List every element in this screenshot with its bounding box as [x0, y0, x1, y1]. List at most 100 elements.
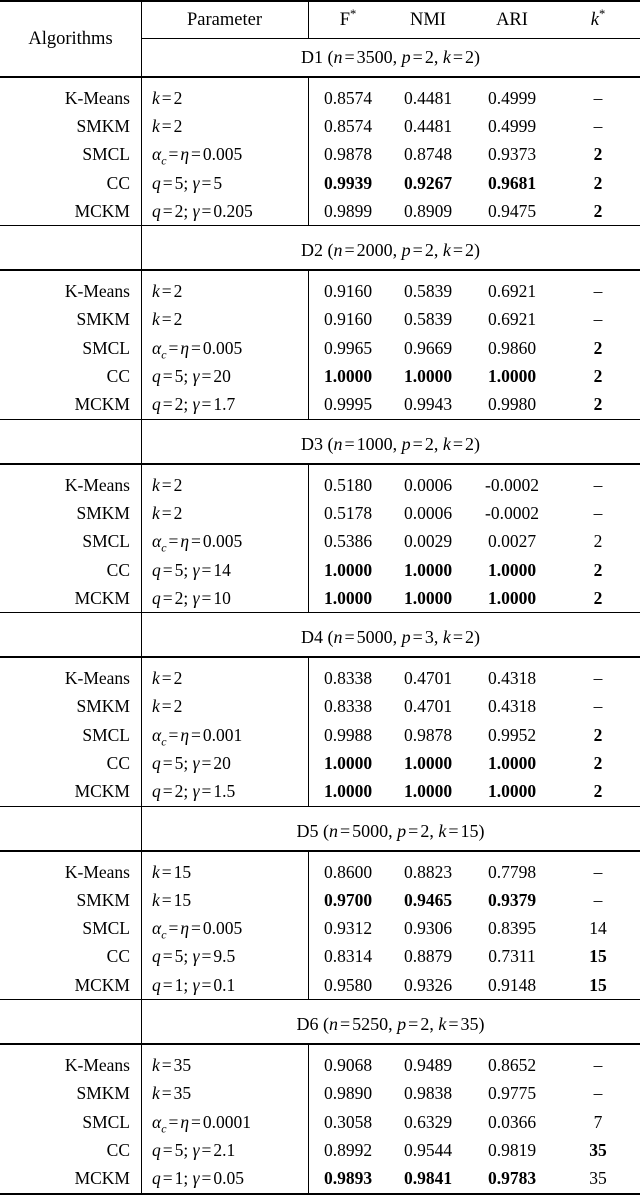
table-row: K-Means k = 2 0.5180 0.0006 -0.0002 – [0, 469, 640, 501]
cell-nmi: 1.0000 [403, 366, 453, 387]
cell-nmi: 0.9267 [403, 172, 453, 193]
cell-algorithm: K-Means [64, 668, 130, 689]
cell-algorithm: SMKM [76, 309, 131, 330]
cell-f-star: 0.9312 [308, 913, 388, 945]
section-spacer [0, 426, 141, 464]
cell-f-star: 0.9160 [308, 304, 388, 336]
cell-f-star: 0.9068 [308, 1050, 388, 1082]
cell-nmi: 1.0000 [403, 587, 453, 608]
cell-parameter: k = 2 [141, 469, 308, 501]
cell-algorithm: K-Means [64, 87, 130, 108]
table-row: SMCL αc = η = 0.005 0.9878 0.8748 0.9373 2 [0, 139, 640, 171]
section-rule [0, 462, 640, 473]
section-title-D4: D4 (n = 5000, p = 3, k = 2) [141, 618, 640, 658]
table-row: CC q = 5; γ = 2.1 0.8992 0.9544 0.9819 35 [0, 1135, 640, 1166]
cell-k-star: 2 [593, 200, 603, 221]
cell-k-star: – [593, 889, 603, 910]
section-spacer [0, 619, 141, 657]
cell-f-star: 0.9988 [308, 720, 388, 751]
cell-k-star: – [593, 87, 603, 108]
cell-ari: 0.9681 [487, 172, 537, 193]
table-row: K-Means k = 2 0.8338 0.4701 0.4318 – [0, 663, 640, 695]
cell-k-star: 2 [593, 559, 603, 580]
column-header-k-star: k* [556, 0, 640, 39]
table-row: CC q = 5; γ = 14 1.0000 1.0000 1.0000 2 [0, 554, 640, 586]
cell-nmi: 0.5839 [403, 309, 453, 330]
cell-ari: 0.0366 [487, 1111, 537, 1132]
cell-k-star: – [593, 309, 603, 330]
section-rule [0, 656, 640, 667]
cell-ari: 0.9775 [487, 1083, 537, 1104]
section-spacer [0, 232, 141, 270]
cell-f-star: 1.0000 [308, 748, 388, 779]
cell-k-star: 15 [589, 974, 607, 995]
cell-k-star: 2 [593, 366, 603, 387]
table-row: SMCL αc = η = 0.005 0.5386 0.0029 0.0027 2 [0, 526, 640, 558]
cell-algorithm: SMKM [76, 502, 131, 523]
results-table-container: Algorithms Parameter F* NMI ARI k* D1 (n = 3500,… [0, 0, 640, 1201]
cell-parameter: αc = η = 0.005 [141, 139, 308, 171]
cell-nmi: 0.9878 [403, 724, 453, 745]
cell-ari: 0.6921 [487, 309, 537, 330]
cell-nmi: 0.4481 [403, 87, 453, 108]
section-title-row: D6 (n = 5250, p = 2, k = 35) [0, 1005, 640, 1045]
cell-parameter: αc = η = 0.0001 [141, 1107, 308, 1138]
table-row: SMKM k = 2 0.5178 0.0006 -0.0002 – [0, 498, 640, 529]
cell-parameter: αc = η = 0.005 [141, 526, 308, 558]
cell-k-star: 35 [589, 1139, 607, 1160]
table-bottom-rule [0, 1192, 640, 1201]
cell-f-star: 0.8992 [308, 1135, 388, 1166]
cell-k-star: 7 [593, 1111, 603, 1132]
section-title-D6: D6 (n = 5250, p = 2, k = 35) [141, 1005, 640, 1045]
cell-k-star: – [593, 1083, 603, 1104]
cell-k-star: 2 [593, 781, 603, 802]
cell-f-star: 0.9995 [308, 389, 388, 420]
cell-parameter: q = 2; γ = 1.7 [141, 389, 308, 420]
cell-f-star: 0.8574 [308, 111, 388, 142]
table-row: K-Means k = 15 0.8600 0.8823 0.7798 – [0, 856, 640, 888]
cell-algorithm: MCKM [74, 200, 130, 221]
section-title-D1: D1 (n = 3500, p = 2, k = 2) [141, 37, 640, 78]
cell-algorithm: SMCL [82, 918, 130, 939]
cell-ari: 1.0000 [487, 587, 537, 608]
cell-parameter: k = 2 [141, 691, 308, 723]
cell-k-star: 2 [593, 144, 603, 165]
table-row: CC q = 5; γ = 20 1.0000 1.0000 1.0000 2 [0, 361, 640, 392]
cell-f-star: 0.9878 [308, 139, 388, 171]
cell-nmi: 0.9544 [403, 1139, 453, 1160]
cell-ari: 0.9860 [487, 337, 537, 358]
cell-parameter: k = 2 [141, 498, 308, 529]
cell-nmi: 1.0000 [403, 559, 453, 580]
cell-f-star: 0.9939 [308, 167, 388, 199]
cell-algorithm: SMCL [82, 531, 130, 552]
cell-algorithm: MCKM [74, 1168, 130, 1189]
cell-ari: 0.7798 [487, 861, 537, 882]
cell-k-star: 15 [589, 946, 607, 967]
table-row: CC q = 5; γ = 20 1.0000 1.0000 1.0000 2 [0, 748, 640, 779]
cell-algorithm: CC [106, 752, 130, 773]
cell-k-star: 2 [593, 531, 603, 552]
cell-algorithm: K-Means [64, 861, 130, 882]
cell-nmi: 0.9841 [403, 1168, 453, 1189]
section-title-D5: D5 (n = 5000, p = 2, k = 15) [141, 811, 640, 851]
column-header-algorithms: Algorithms [0, 0, 141, 77]
cell-nmi: 0.4701 [403, 696, 453, 717]
cell-ari: 0.9475 [487, 200, 537, 221]
cell-f-star: 1.0000 [308, 583, 388, 614]
table-row: K-Means k = 35 0.9068 0.9489 0.8652 – [0, 1050, 640, 1082]
cell-algorithm: K-Means [64, 1055, 130, 1076]
cell-f-star: 0.9700 [308, 885, 388, 916]
cell-ari: 1.0000 [487, 366, 537, 387]
cell-nmi: 0.0006 [403, 474, 453, 495]
cell-parameter: q = 5; γ = 2.1 [141, 1135, 308, 1166]
cell-nmi: 0.5839 [403, 281, 453, 302]
cell-ari: 0.4999 [487, 115, 537, 136]
table-row: CC q = 5; γ = 9.5 0.8314 0.8879 0.7311 15 [0, 941, 640, 973]
cell-algorithm: CC [106, 1139, 130, 1160]
cell-ari: 0.9373 [487, 144, 537, 165]
cell-parameter: αc = η = 0.005 [141, 333, 308, 364]
cell-ari: 0.9783 [487, 1168, 537, 1189]
cell-algorithm: MCKM [74, 587, 130, 608]
cell-ari: -0.0002 [485, 502, 539, 523]
cell-algorithm: K-Means [64, 474, 130, 495]
